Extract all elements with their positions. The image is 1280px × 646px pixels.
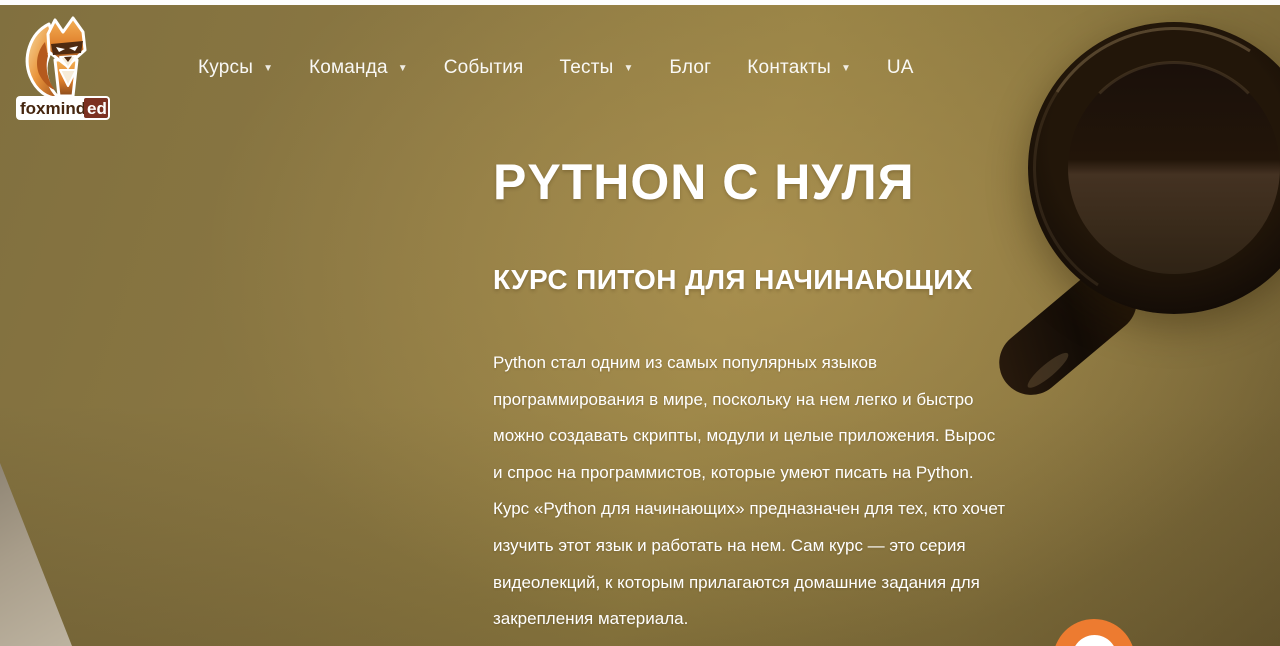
page-subtitle: КУРС ПИТОН ДЛЯ НАЧИНАЮЩИХ — [493, 263, 973, 297]
nav-item-label: Блог — [669, 57, 711, 79]
desk-edge-highlight — [0, 463, 72, 646]
page-title: PYTHON С НУЛЯ — [493, 155, 915, 210]
caret-down-icon: ▼ — [263, 62, 273, 74]
nav-item-courses[interactable]: Курсы ▼ — [198, 57, 273, 79]
caret-down-icon: ▼ — [841, 62, 851, 74]
coffee-surface — [1068, 62, 1280, 274]
nav-item-label: Тесты — [560, 57, 614, 79]
chat-widget-button[interactable] — [1053, 619, 1135, 646]
coffee-cup-image — [1028, 22, 1280, 314]
caret-down-icon: ▼ — [624, 62, 634, 74]
logo-text-suffix: ed — [87, 99, 107, 118]
top-strip — [0, 0, 1280, 5]
hero-section: foxmind ed Курсы ▼ Команда ▼ События Тес… — [0, 5, 1280, 646]
course-description: Python стал одним из самых популярных яз… — [493, 345, 1013, 638]
nav-item-language-ua[interactable]: UA — [887, 57, 914, 79]
nav-item-label: События — [444, 57, 524, 79]
nav-item-label: Контакты — [747, 57, 831, 79]
logo-text-main: foxmind — [20, 99, 86, 118]
page: foxmind ed Курсы ▼ Команда ▼ События Тес… — [0, 0, 1280, 646]
nav-item-team[interactable]: Команда ▼ — [309, 57, 408, 79]
nav-item-label: UA — [887, 57, 914, 79]
nav-item-blog[interactable]: Блог — [669, 57, 711, 79]
nav-item-label: Команда — [309, 57, 388, 79]
nav-item-events[interactable]: События — [444, 57, 524, 79]
main-nav: Курсы ▼ Команда ▼ События Тесты ▼ Блог К… — [198, 51, 914, 85]
nav-item-label: Курсы — [198, 57, 253, 79]
fox-logo-icon: foxmind ed — [15, 8, 111, 122]
foxminded-logo[interactable]: foxmind ed — [15, 8, 111, 122]
chat-widget-icon — [1072, 635, 1117, 646]
caret-down-icon: ▼ — [398, 62, 408, 74]
nav-item-tests[interactable]: Тесты ▼ — [560, 57, 634, 79]
nav-item-contacts[interactable]: Контакты ▼ — [747, 57, 851, 79]
